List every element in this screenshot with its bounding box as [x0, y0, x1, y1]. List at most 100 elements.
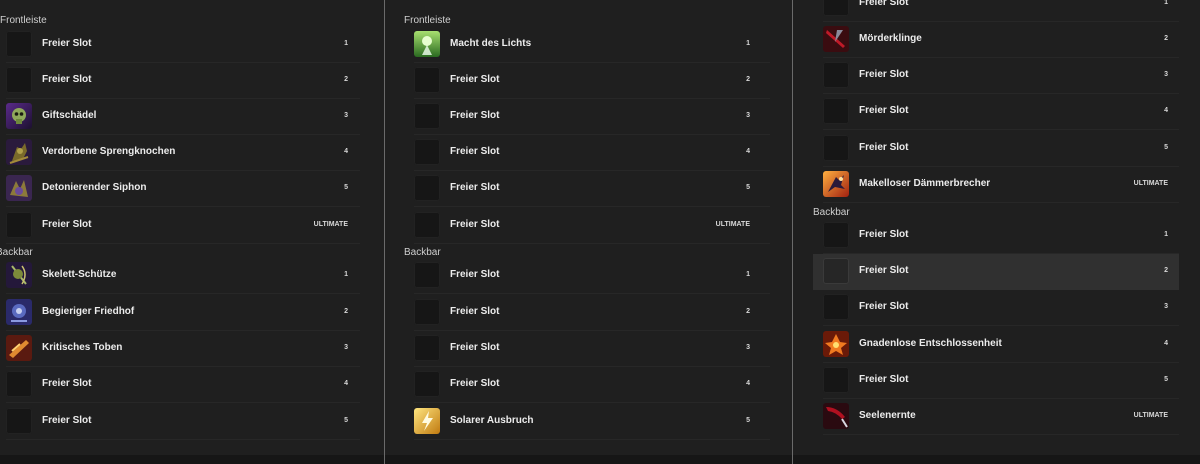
empty-slot-icon	[414, 335, 440, 361]
skill-row[interactable]: Freier Slot 4	[6, 367, 360, 403]
empty-slot-icon	[414, 139, 440, 165]
slot-number: 5	[746, 184, 750, 191]
slot-number: 3	[1164, 71, 1168, 78]
section-title-backbar: Backbar	[0, 247, 33, 258]
slot-number: 4	[344, 380, 348, 387]
slot-number: 1	[344, 40, 348, 47]
slot-number: 3	[344, 344, 348, 351]
skill-row[interactable]: Freier Slot 5	[823, 131, 1179, 167]
empty-slot-icon	[823, 367, 849, 393]
skill-name: Skelett-Schütze	[42, 269, 117, 280]
section-title-frontbar: Frontleiste	[0, 15, 47, 26]
skill-name: Freier Slot	[859, 265, 909, 276]
slot-number: 3	[344, 112, 348, 119]
skill-name: Mörderklinge	[859, 33, 922, 44]
slot-number: ULTIMATE	[313, 221, 348, 228]
section-title-backbar: Backbar	[404, 247, 441, 258]
empty-slot-icon	[6, 31, 32, 57]
skill-row[interactable]: Freier Slot 1	[823, 218, 1179, 254]
skill-name: Gnadenlose Entschlossenheit	[859, 338, 1002, 349]
slot-number: 4	[1164, 107, 1168, 114]
skill-row[interactable]: Freier Slot 3	[414, 99, 770, 135]
skill-row[interactable]: Skelett-Schütze 1	[6, 258, 360, 294]
skill-name: Begieriger Friedhof	[42, 306, 135, 317]
skill-row[interactable]: Freier Slot 2	[6, 63, 360, 99]
skill-row[interactable]: Freier Slot ULTIMATE	[414, 208, 770, 244]
slot-number: 5	[746, 417, 750, 424]
slot-number: 2	[344, 76, 348, 83]
soul-harvest-icon	[823, 403, 849, 429]
skill-row[interactable]: Freier Slot 2	[414, 63, 770, 99]
skill-row[interactable]: Freier Slot 2	[414, 295, 770, 331]
slot-number: 4	[746, 380, 750, 387]
skill-row[interactable]: Seelenernte ULTIMATE	[823, 399, 1179, 435]
skill-name: Freier Slot	[859, 142, 909, 153]
skill-row[interactable]: Begieriger Friedhof 2	[6, 295, 360, 331]
skill-row[interactable]: Freier Slot 3	[823, 58, 1179, 94]
slot-number: 1	[1164, 231, 1168, 238]
skill-row[interactable]: Freier Slot 4	[823, 94, 1179, 130]
skill-row[interactable]: Mörderklinge 2	[823, 22, 1179, 58]
skill-name: Freier Slot	[42, 415, 92, 426]
skill-row[interactable]: Solarer Ausbruch 5	[414, 404, 770, 440]
empty-slot-icon	[414, 175, 440, 201]
skill-row[interactable]: Macht des Lichts 1	[414, 27, 770, 63]
empty-slot-icon	[6, 212, 32, 238]
empty-slot-icon	[414, 371, 440, 397]
skill-name: Freier Slot	[859, 105, 909, 116]
skill-row[interactable]: Freier Slot 1	[6, 27, 360, 63]
skill-row[interactable]: Giftschädel 3	[6, 99, 360, 135]
skill-name: Freier Slot	[42, 378, 92, 389]
skill-row[interactable]: Freier Slot 4	[414, 367, 770, 403]
slot-number: 1	[344, 271, 348, 278]
skill-row[interactable]: Gnadenlose Entschlossenheit 4	[823, 327, 1179, 363]
empty-slot-icon	[823, 222, 849, 248]
skill-row[interactable]: Verdorbene Sprengknochen 4	[6, 135, 360, 171]
empty-slot-icon	[6, 408, 32, 434]
skill-name: Freier Slot	[450, 378, 500, 389]
skill-name: Freier Slot	[450, 182, 500, 193]
skill-name: Freier Slot	[450, 146, 500, 157]
skill-row[interactable]: Kritisches Toben 3	[6, 331, 360, 367]
empty-slot-icon	[414, 262, 440, 288]
skill-row[interactable]: Detonierender Siphon 5	[6, 171, 360, 207]
slot-number: 5	[344, 417, 348, 424]
skill-row[interactable]: Freier Slot 3	[823, 290, 1179, 326]
skill-name: Freier Slot	[859, 301, 909, 312]
empty-slot-icon	[414, 67, 440, 93]
skill-name: Makelloser Dämmerbrecher	[859, 178, 991, 189]
flawless-dawnbreaker-icon	[823, 171, 849, 197]
slot-number: 4	[1164, 340, 1168, 347]
slot-number: 5	[1164, 144, 1168, 151]
skill-name: Freier Slot	[450, 74, 500, 85]
skill-row[interactable]: Freier Slot 5	[823, 363, 1179, 399]
loadout-column-3: Freier Slot 1 Mörderklinge 2 Freier Slot…	[793, 0, 1200, 455]
skill-name: Freier Slot	[450, 110, 500, 121]
empty-slot-icon	[823, 294, 849, 320]
skill-row[interactable]: Freier Slot 1	[414, 258, 770, 294]
skill-name: Freier Slot	[450, 306, 500, 317]
skill-row-selected[interactable]: Freier Slot 2	[813, 254, 1179, 290]
relentless-focus-icon	[823, 331, 849, 357]
slot-number: 2	[1164, 35, 1168, 42]
skill-name: Seelenernte	[859, 410, 916, 421]
skill-row[interactable]: Freier Slot ULTIMATE	[6, 208, 360, 244]
slot-number: 2	[746, 308, 750, 315]
empty-slot-icon	[823, 0, 849, 16]
venom-skull-icon	[6, 103, 32, 129]
skill-name: Giftschädel	[42, 110, 97, 121]
slot-number: 4	[746, 148, 750, 155]
slot-number: 1	[1164, 0, 1168, 6]
skill-name: Freier Slot	[859, 0, 909, 8]
detonating-siphon-icon	[6, 175, 32, 201]
skill-name: Freier Slot	[450, 219, 500, 230]
slot-number: 3	[1164, 303, 1168, 310]
skill-row[interactable]: Freier Slot 5	[6, 404, 360, 440]
bottom-strip	[0, 455, 1200, 464]
skill-row[interactable]: Freier Slot 5	[414, 171, 770, 207]
skill-row[interactable]: Freier Slot 4	[414, 135, 770, 171]
slot-number: 1	[746, 40, 750, 47]
skill-row[interactable]: Freier Slot 3	[414, 331, 770, 367]
skill-row[interactable]: Makelloser Dämmerbrecher ULTIMATE	[823, 167, 1179, 203]
skill-row[interactable]: Freier Slot 1	[823, 0, 1179, 22]
